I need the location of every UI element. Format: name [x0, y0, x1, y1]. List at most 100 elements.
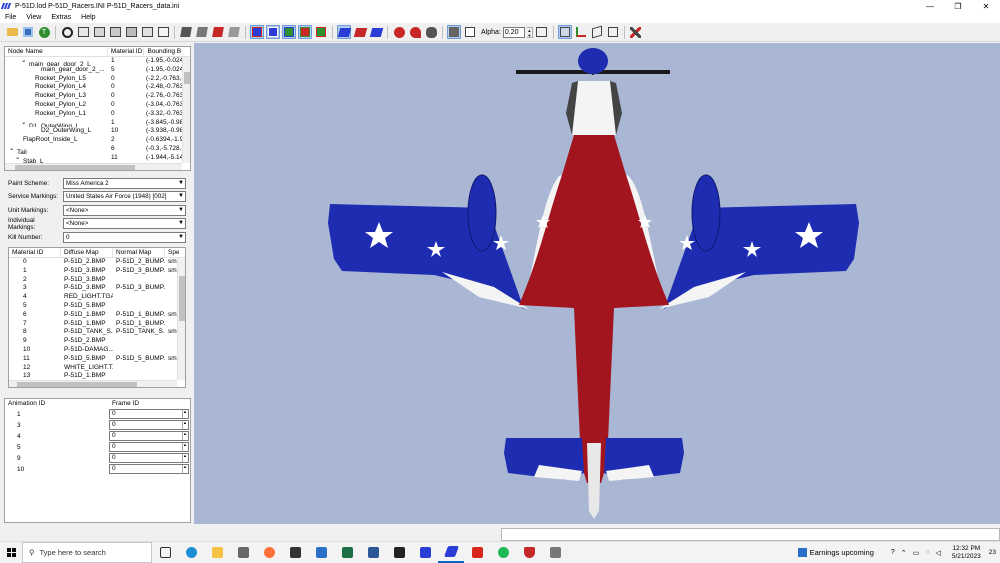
material-row[interactable]: 8 P-51D_TANK_S... P-51D_TANK_S... sm: [9, 328, 185, 337]
material-row[interactable]: 4 RED_LIGHT.TGA: [9, 293, 185, 302]
material-row[interactable]: 3 P-51D_3.BMP P-51D_3_BUMP....: [9, 284, 185, 293]
spin-arrows-icon[interactable]: ▲▼: [182, 432, 188, 440]
minimize-button[interactable]: —: [916, 0, 944, 12]
excel-icon[interactable]: [334, 542, 360, 563]
tree-node[interactable]: ⌄Stab_L 11 (-1.944,-5.14: [5, 154, 190, 163]
col-animation-id[interactable]: Animation ID: [5, 399, 109, 409]
col-specular-map[interactable]: Spe: [165, 248, 179, 257]
col-material-id[interactable]: Material ID: [9, 248, 61, 257]
tree-node[interactable]: Rocket_Pylon_L1 0 (-3.32,-0.763: [5, 110, 190, 119]
tree-node[interactable]: ⌄Tail 6 (-0.3,-5.728,-: [5, 145, 190, 154]
expand-chevron-icon[interactable]: ⌄: [9, 145, 17, 154]
spin-arrows-icon[interactable]: ▲▼: [182, 410, 188, 418]
frame-id-spinner[interactable]: 0 ▲▼: [109, 453, 189, 463]
view-bottom-icon[interactable]: [156, 25, 170, 39]
col-diffuse-map[interactable]: Diffuse Map: [61, 248, 113, 257]
material-row[interactable]: 0 P-51D_2.BMP P-51D_2_BUMP.... sm: [9, 258, 185, 267]
unit-markings-select[interactable]: <None> ▼: [63, 205, 186, 216]
col-material-id[interactable]: Material ID: [108, 47, 145, 56]
tree-node[interactable]: Rocket_Pylon_L2 0 (-3.04,-0.763: [5, 101, 190, 110]
model-lod3-icon[interactable]: [369, 25, 383, 39]
show-lights-icon[interactable]: [314, 25, 328, 39]
pan-icon[interactable]: [60, 25, 74, 39]
notification-badge[interactable]: 23: [989, 549, 996, 556]
material-row[interactable]: 12 WHITE_LIGHT.T...: [9, 364, 185, 373]
material-row[interactable]: 10 P-51D-DAMAG...: [9, 346, 185, 355]
alpha-input[interactable]: 0.20: [502, 26, 525, 38]
spin-arrows-icon[interactable]: ▲▼: [182, 443, 188, 451]
maximize-button[interactable]: ❐: [944, 0, 972, 12]
view-top-icon[interactable]: [140, 25, 154, 39]
tree-node[interactable]: ⌄D1_OuterWing_L 1 (-3.845,-0.98: [5, 119, 190, 128]
shade-smooth-icon[interactable]: [195, 25, 209, 39]
spin-arrows-icon[interactable]: ▲▼: [182, 454, 188, 462]
show-bumps-icon[interactable]: [266, 25, 280, 39]
store-icon[interactable]: [230, 542, 256, 563]
materials-hscroll[interactable]: [9, 380, 177, 387]
word-icon[interactable]: [360, 542, 386, 563]
col-bounding-box[interactable]: Bounding B: [144, 47, 190, 56]
rotor-icon[interactable]: [392, 25, 406, 39]
show-damage-icon[interactable]: [298, 25, 312, 39]
node-tree-hscroll[interactable]: [5, 163, 182, 170]
save-icon[interactable]: [21, 25, 35, 39]
acrobat-icon[interactable]: [464, 542, 490, 563]
app-window-icon[interactable]: [412, 542, 438, 563]
col-normal-map[interactable]: Normal Map: [113, 248, 165, 257]
material-row[interactable]: 2 P-51D_3.BMP: [9, 276, 185, 285]
shade-wire-icon[interactable]: [227, 25, 241, 39]
tree-node[interactable]: Rocket_Pylon_L3 0 (-2.76,-0.763: [5, 92, 190, 101]
view-left-icon[interactable]: [108, 25, 122, 39]
col-node-name[interactable]: Node Name: [5, 47, 108, 56]
expand-chevron-icon[interactable]: ⌄: [15, 154, 23, 163]
material-row[interactable]: 1 P-51D_3.BMP P-51D_3_BUMP.... sm: [9, 267, 185, 276]
individual-markings-select[interactable]: <None> ▼: [63, 218, 186, 229]
shadow-icon[interactable]: [408, 25, 422, 39]
tree-node[interactable]: main_gear_door_2_... 5 (-1.95,-0.024: [5, 66, 190, 75]
firefox-icon[interactable]: [256, 542, 282, 563]
close-button[interactable]: ✕: [972, 0, 1000, 12]
tree-node[interactable]: Rocket_Pylon_L5 0 (-2.2,-0.763,-: [5, 75, 190, 84]
help-icon[interactable]: ?: [891, 549, 895, 556]
materials-table[interactable]: Material ID Diffuse Map Normal Map Spe 0…: [8, 247, 186, 388]
paint-scheme-select[interactable]: Miss America 2 ▼: [63, 178, 186, 189]
frame-id-spinner[interactable]: 0 ▲▼: [109, 409, 189, 419]
material-row[interactable]: 11 P-51D_5.BMP P-51D_5_BUMP.... sm: [9, 355, 185, 364]
model-viewer-icon[interactable]: [438, 542, 464, 563]
volume-icon[interactable]: ◁: [935, 549, 940, 557]
gamepad-icon[interactable]: [542, 542, 568, 563]
notion-icon[interactable]: [282, 542, 308, 563]
spin-arrows-icon[interactable]: ▲▼: [182, 421, 188, 429]
col-frame-id[interactable]: Frame ID: [109, 399, 189, 409]
network-icon[interactable]: ◌: [925, 549, 929, 556]
frame-id-spinner[interactable]: 0 ▲▼: [109, 420, 189, 430]
model-lod2-icon[interactable]: [353, 25, 367, 39]
spotify-icon[interactable]: [490, 542, 516, 563]
frame-id-spinner[interactable]: 0 ▲▼: [109, 442, 189, 452]
tree-node[interactable]: Rocket_Pylon_L4 0 (-2.48,-0.763: [5, 83, 190, 92]
menu-view[interactable]: View: [21, 14, 46, 21]
taskbar-search[interactable]: ⚲ Type here to search: [22, 541, 152, 563]
task-view-icon[interactable]: [152, 542, 178, 563]
texture-icon[interactable]: T: [37, 25, 51, 39]
battery-icon[interactable]: ▭: [913, 549, 920, 557]
shield-icon[interactable]: [516, 542, 542, 563]
camera-icon[interactable]: [590, 25, 604, 39]
alpha-cube-icon[interactable]: [463, 25, 477, 39]
edge-icon[interactable]: [178, 542, 204, 563]
clock[interactable]: 12:32 PM 5/21/2023: [952, 545, 981, 561]
animations-table[interactable]: Animation ID Frame ID 10▲▼30▲▼40▲▼50▲▼90…: [4, 398, 191, 523]
show-normals-icon[interactable]: [250, 25, 264, 39]
expand-chevron-icon[interactable]: ⌄: [21, 119, 29, 128]
file-explorer-icon[interactable]: [204, 542, 230, 563]
tree-node[interactable]: D2_OuterWing_L 10 (-3.938,-0.98: [5, 127, 190, 136]
service-markings-select[interactable]: United States Air Force (1948) [002] ▼: [63, 191, 186, 202]
frame-id-spinner[interactable]: 0 ▲▼: [109, 464, 189, 474]
transparency-icon[interactable]: [447, 25, 461, 39]
chevron-up-icon[interactable]: ⌃: [901, 549, 907, 557]
materials-vscroll[interactable]: [177, 258, 185, 380]
shade-flat-icon[interactable]: [179, 25, 193, 39]
menu-file[interactable]: File: [0, 14, 21, 21]
node-tree-vscroll[interactable]: [182, 57, 190, 163]
open-folder-icon[interactable]: [5, 25, 19, 39]
